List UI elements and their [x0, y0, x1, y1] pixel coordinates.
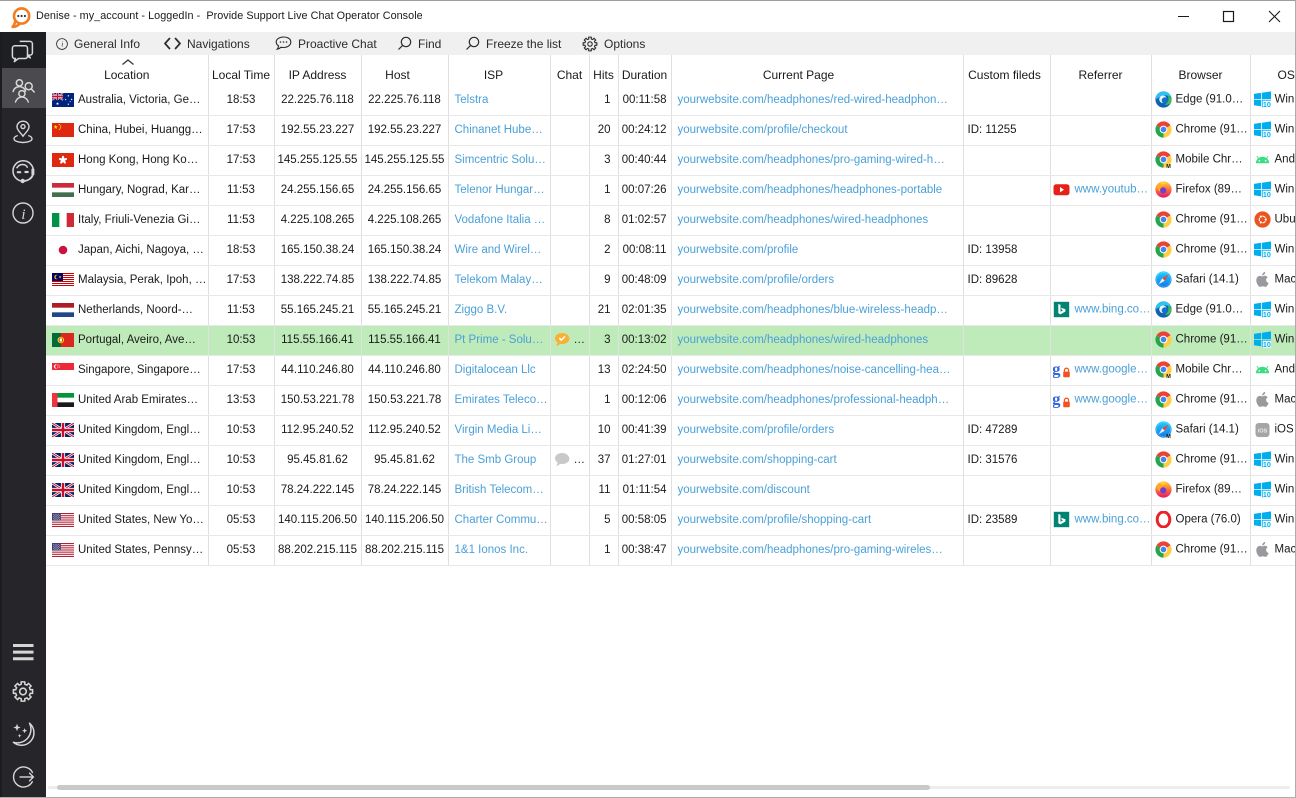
svg-text:i: i — [61, 39, 63, 48]
svg-text:i: i — [21, 207, 25, 223]
